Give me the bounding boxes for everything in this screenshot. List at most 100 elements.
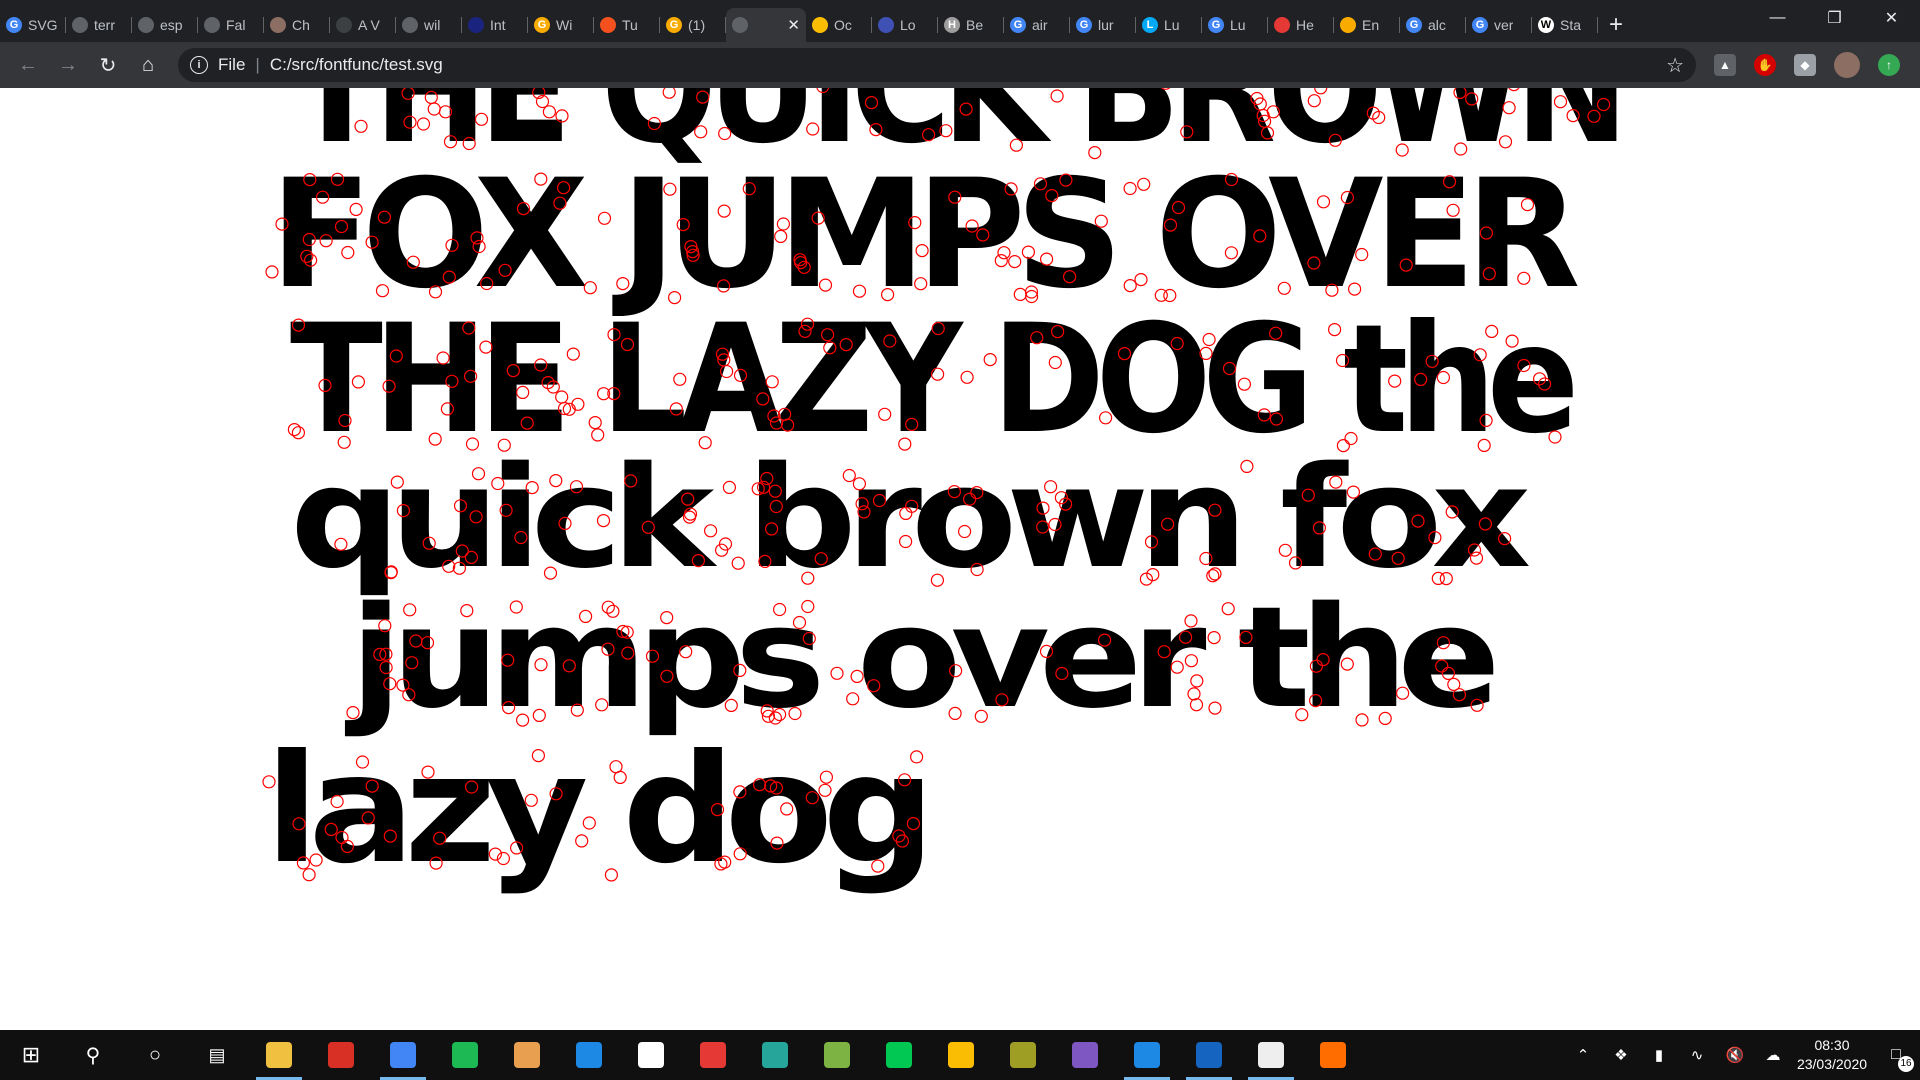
- taskbar-app-keep[interactable]: [930, 1030, 992, 1080]
- browser-tab[interactable]: G Wi: [528, 8, 594, 42]
- browser-tab[interactable]: esp: [132, 8, 198, 42]
- tab-title: esp: [160, 17, 183, 33]
- taskbar-app-photos[interactable]: [1240, 1030, 1302, 1080]
- browser-tab[interactable]: Gver: [1466, 8, 1532, 42]
- battery-icon[interactable]: ▮: [1640, 1046, 1678, 1064]
- browser-tab[interactable]: Gair: [1004, 8, 1070, 42]
- browser-toolbar: ← → ↻ ⌂ i File | C:/src/fontfunc/test.sv…: [0, 42, 1920, 88]
- minimize-button[interactable]: —: [1749, 0, 1806, 36]
- notification-center-button[interactable]: □ 16: [1872, 1046, 1920, 1072]
- taskbar-app-xmind[interactable]: [682, 1030, 744, 1080]
- volume-muted-icon[interactable]: 🔇: [1716, 1046, 1754, 1064]
- puzzle-extension-icon[interactable]: ◆: [1794, 54, 1816, 76]
- browser-tab[interactable]: wil: [396, 8, 462, 42]
- new-tab-button[interactable]: +: [1598, 8, 1634, 42]
- browser-tab[interactable]: Fal: [198, 8, 264, 42]
- browser-tab[interactable]: ✕: [726, 8, 806, 42]
- tab-title: wil: [424, 17, 441, 33]
- windows-icon: ⊞: [21, 1042, 41, 1067]
- taskbar-app-app-blue[interactable]: [1178, 1030, 1240, 1080]
- terminal-icon: [762, 1042, 788, 1068]
- tab-title: ver: [1494, 17, 1514, 33]
- browser-tab[interactable]: Lo: [872, 8, 938, 42]
- browser-tab[interactable]: He: [1268, 8, 1334, 42]
- adblock-extension-icon[interactable]: ✋: [1754, 54, 1776, 76]
- taskbar-app-blender-globe[interactable]: [992, 1030, 1054, 1080]
- taskbar-app-minecraft[interactable]: [806, 1030, 868, 1080]
- tab-favicon-icon: [1274, 17, 1290, 33]
- dropbox-icon[interactable]: ❖: [1602, 1046, 1640, 1064]
- taskbar-app-spotify[interactable]: [434, 1030, 496, 1080]
- taskbar-app-ccleaner[interactable]: [558, 1030, 620, 1080]
- tab-favicon-icon: [336, 17, 352, 33]
- browser-tab[interactable]: G (1): [660, 8, 726, 42]
- taskbar-app-gmail[interactable]: [310, 1030, 372, 1080]
- tab-favicon-icon: [732, 17, 748, 33]
- tab-favicon-icon: G: [1076, 17, 1092, 33]
- wifi-icon[interactable]: ∿: [1678, 1046, 1716, 1064]
- close-tab-icon[interactable]: ✕: [787, 16, 800, 34]
- taskbar-apps: [248, 1030, 1364, 1080]
- update-icon[interactable]: ↑: [1878, 54, 1900, 76]
- browser-tab[interactable]: Galc: [1400, 8, 1466, 42]
- browser-tab[interactable]: Int: [462, 8, 528, 42]
- tab-favicon-icon: [270, 17, 286, 33]
- shield-extension-icon[interactable]: ▲: [1714, 54, 1736, 76]
- forward-button[interactable]: →: [50, 47, 86, 83]
- browser-tab[interactable]: L Lu: [1136, 8, 1202, 42]
- chrome-icon: [390, 1042, 416, 1068]
- tab-title: terr: [94, 17, 115, 33]
- system-tray: ⌃ ❖ ▮ ∿ 🔇 ☁ 08:30 23/03/2020 □ 16: [1564, 1030, 1920, 1080]
- cortana-button[interactable]: ○: [124, 1030, 186, 1080]
- browser-tab[interactable]: terr: [66, 8, 132, 42]
- info-icon[interactable]: i: [190, 56, 208, 74]
- start-button[interactable]: ⊞: [0, 1030, 62, 1080]
- address-bar[interactable]: i File | C:/src/fontfunc/test.svg ☆: [178, 48, 1696, 82]
- browser-tab[interactable]: En: [1334, 8, 1400, 42]
- browser-tab[interactable]: H Be: [938, 8, 1004, 42]
- bookmark-star-icon[interactable]: ☆: [1666, 53, 1684, 78]
- restore-button[interactable]: ❐: [1806, 0, 1863, 36]
- taskbar-app-terminal[interactable]: [744, 1030, 806, 1080]
- taskbar-app-notepad[interactable]: [620, 1030, 682, 1080]
- tab-title: He: [1296, 17, 1314, 33]
- clock-time: 08:30: [1814, 1037, 1850, 1053]
- back-button[interactable]: ←: [10, 47, 46, 83]
- browser-tab[interactable]: G Lu: [1202, 8, 1268, 42]
- browser-tab[interactable]: A V: [330, 8, 396, 42]
- notepad-icon: [638, 1042, 664, 1068]
- browser-tab[interactable]: Oc: [806, 8, 872, 42]
- browser-tab[interactable]: Glur: [1070, 8, 1136, 42]
- taskbar-app-file-explorer[interactable]: [248, 1030, 310, 1080]
- browser-tab[interactable]: W Sta: [1532, 8, 1598, 42]
- home-button[interactable]: ⌂: [130, 47, 166, 83]
- taskbar-app-fontforge[interactable]: [496, 1030, 558, 1080]
- close-window-button[interactable]: ✕: [1863, 0, 1920, 36]
- taskbar-app-blender[interactable]: [1302, 1030, 1364, 1080]
- url-text[interactable]: C:/src/fontfunc/test.svg: [270, 55, 443, 75]
- onedrive-icon[interactable]: ☁: [1754, 1046, 1792, 1064]
- search-button[interactable]: ⚲: [62, 1030, 124, 1080]
- browser-tab[interactable]: G SVG: [0, 8, 66, 42]
- taskbar-app-app-green[interactable]: [868, 1030, 930, 1080]
- tab-favicon-icon: H: [944, 17, 960, 33]
- task-view-button[interactable]: ▤: [186, 1030, 248, 1080]
- browser-tab[interactable]: Tu: [594, 8, 660, 42]
- tab-title: Tu: [622, 17, 638, 33]
- profile-avatar[interactable]: [1834, 52, 1860, 78]
- clock[interactable]: 08:30 23/03/2020: [1792, 1036, 1872, 1074]
- tab-favicon-icon: G: [1406, 17, 1422, 33]
- tab-title: Lo: [900, 17, 916, 33]
- tab-favicon-icon: G: [534, 17, 550, 33]
- text-line-6: lazy dog: [265, 722, 935, 897]
- taskbar-app-visual-studio[interactable]: [1054, 1030, 1116, 1080]
- taskbar-app-chrome[interactable]: [372, 1030, 434, 1080]
- tab-title: Lu: [1164, 17, 1180, 33]
- tab-favicon-icon: [600, 17, 616, 33]
- tab-favicon-icon: G: [1472, 17, 1488, 33]
- chevron-up-icon[interactable]: ⌃: [1564, 1046, 1602, 1064]
- browser-tab[interactable]: Ch: [264, 8, 330, 42]
- reload-button[interactable]: ↻: [90, 47, 126, 83]
- blender-icon: [1320, 1042, 1346, 1068]
- taskbar-app-vscode[interactable]: [1116, 1030, 1178, 1080]
